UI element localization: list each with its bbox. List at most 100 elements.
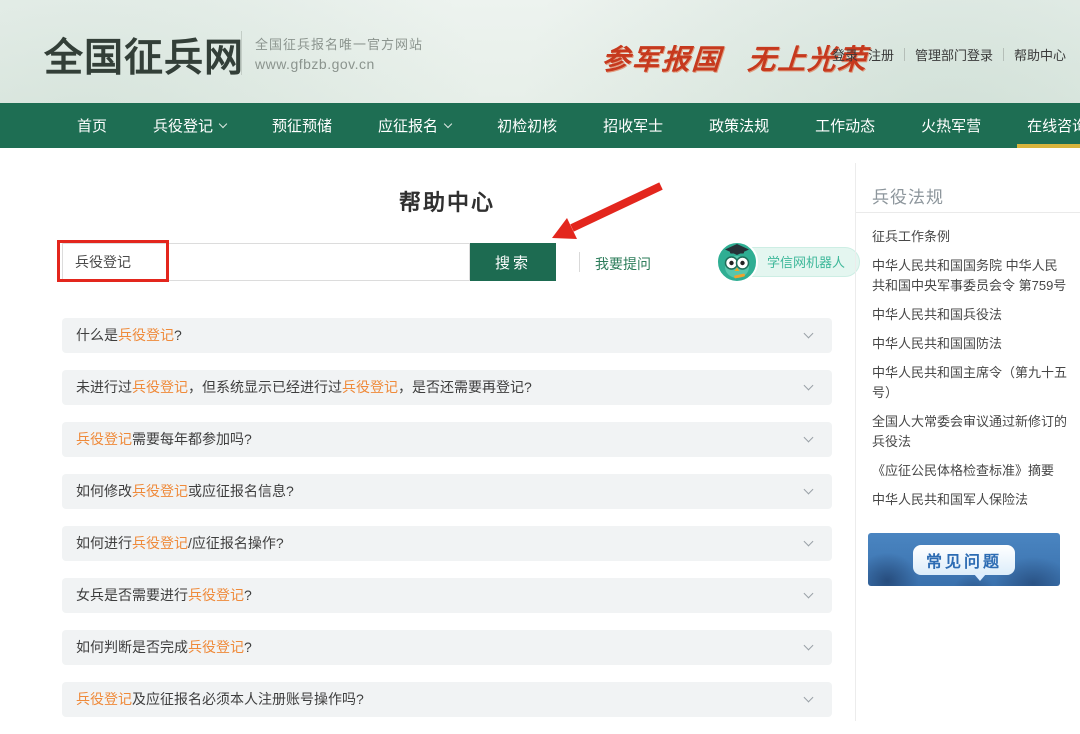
top-link-4[interactable]: 帮助中心 [1014,45,1066,64]
faq-keyword: 兵役登记 [342,379,398,395]
faq-keyword: 兵役登记 [76,431,132,447]
faq-keyword: 兵役登记 [76,691,132,707]
nav-item-label: 兵役登记 [153,115,213,136]
faq-item-5[interactable]: 如何进行兵役登记/应征报名操作? [62,526,832,561]
faq-item-6[interactable]: 女兵是否需要进行兵役登记? [62,578,832,613]
site-logo[interactable]: 全国征兵网 [44,27,244,83]
chevron-down-icon [804,641,814,651]
faq-question-text: 兵役登记需要每年都参加吗? [76,431,252,447]
chevron-down-icon [804,381,814,391]
faq-keyword: 兵役登记 [188,639,244,655]
nav-item-1[interactable]: 首页 [54,103,130,148]
nav-item-label: 政策法规 [709,115,769,136]
top-link-1[interactable]: 登录 [832,45,858,64]
chevron-down-icon [804,537,814,547]
ask-question-link[interactable]: 我要提问 [595,254,651,274]
sidebar-law-4[interactable]: 中华人民共和国国防法 [872,334,1070,354]
site-tagline: 全国征兵报名唯一官方网站 [255,34,423,53]
faq-segment: ? [174,327,182,343]
help-search-input[interactable] [62,243,470,281]
faq-segment: ，但系统显示已经进行过 [188,379,342,395]
faq-question-text: 如何判断是否完成兵役登记? [76,639,252,655]
nav-item-10[interactable]: 在线咨询 [1004,103,1080,148]
faq-keyword: 兵役登记 [132,379,188,395]
faq-list: 什么是兵役登记?未进行过兵役登记，但系统显示已经进行过兵役登记，是否还需要再登记… [62,318,832,734]
faq-item-4[interactable]: 如何修改兵役登记或应征报名信息? [62,474,832,509]
nav-item-label: 应征报名 [378,115,438,136]
faq-item-2[interactable]: 未进行过兵役登记，但系统显示已经进行过兵役登记，是否还需要再登记? [62,370,832,405]
chevron-down-icon [444,120,452,128]
faq-keyword: 兵役登记 [118,327,174,343]
nav-item-label: 在线咨询 [1027,115,1080,136]
faq-segment: 及应征报名必须本人注册账号操作吗? [132,691,364,707]
top-link-separator [904,48,905,61]
faq-banner-bubble: 常见问题 [913,545,1015,575]
faq-item-1[interactable]: 什么是兵役登记? [62,318,832,353]
faq-segment: 如何修改 [76,483,132,499]
page-title: 帮助中心 [62,185,832,217]
site-url: www.gfbzb.gov.cn [255,56,375,72]
logo-divider [241,31,242,75]
faq-question-text: 兵役登记及应征报名必须本人注册账号操作吗? [76,691,364,707]
sidebar-law-8[interactable]: 中华人民共和国军人保险法 [872,490,1070,510]
nav-item-2[interactable]: 兵役登记 [130,103,249,148]
sidebar-title: 兵役法规 [872,183,944,208]
faq-item-7[interactable]: 如何判断是否完成兵役登记? [62,630,832,665]
faq-question-text: 如何修改兵役登记或应征报名信息? [76,483,294,499]
sidebar-law-2[interactable]: 中华人民共和国国务院 中华人民共和国中央军事委员会令 第759号 [872,256,1070,296]
faq-segment: 如何进行 [76,535,132,551]
faq-question-text: 女兵是否需要进行兵役登记? [76,587,252,603]
nav-item-8[interactable]: 工作动态 [792,103,898,148]
faq-keyword: 兵役登记 [188,587,244,603]
faq-segment: 需要每年都参加吗? [132,431,252,447]
faq-question-text: 如何进行兵役登记/应征报名操作? [76,535,284,551]
nav-item-5[interactable]: 初检初核 [474,103,580,148]
faq-segment: 如何判断是否完成 [76,639,188,655]
faq-question-text: 未进行过兵役登记，但系统显示已经进行过兵役登记，是否还需要再登记? [76,379,532,395]
laws-list: 征兵工作条例中华人民共和国国务院 中华人民共和国中央军事委员会令 第759号中华… [872,227,1070,519]
chevron-down-icon [804,485,814,495]
faq-question-text: 什么是兵役登记? [76,327,182,343]
chevron-down-icon [804,433,814,443]
top-link-3[interactable]: 管理部门登录 [915,45,993,64]
faq-item-8[interactable]: 兵役登记及应征报名必须本人注册账号操作吗? [62,682,832,717]
sidebar-title-underline [856,212,1080,213]
faq-segment: 什么是 [76,327,118,343]
faq-segment: /应征报名操作? [188,535,284,551]
nav-item-6[interactable]: 招收军士 [580,103,686,148]
faq-banner[interactable]: 常见问题 [868,533,1060,586]
faq-segment: 女兵是否需要进行 [76,587,188,603]
nav-item-9[interactable]: 火热军营 [898,103,1004,148]
sidebar-law-6[interactable]: 全国人大常委会审议通过新修订的兵役法 [872,412,1070,452]
faq-keyword: 兵役登记 [132,483,188,499]
nav-item-7[interactable]: 政策法规 [686,103,792,148]
faq-segment: ，是否还需要再登记? [398,379,532,395]
nav-item-label: 招收军士 [603,115,663,136]
faq-segment: ? [244,639,252,655]
faq-segment: ? [244,587,252,603]
top-link-separator [1003,48,1004,61]
slogan-calligraphy: 参军报国 无上光荣 [601,38,870,78]
sidebar-law-5[interactable]: 中华人民共和国主席令（第九十五号） [872,363,1070,403]
nav-item-label: 首页 [77,115,107,136]
faq-segment: 未进行过 [76,379,132,395]
chevron-down-icon [804,589,814,599]
search-button[interactable]: 搜索 [470,243,556,281]
search-divider [579,252,580,272]
nav-item-label: 初检初核 [497,115,557,136]
chevron-down-icon [219,120,227,128]
sidebar-law-3[interactable]: 中华人民共和国兵役法 [872,305,1070,325]
sidebar-law-7[interactable]: 《应征公民体格检查标准》摘要 [872,461,1070,481]
chatbot-entry[interactable]: 学信网机器人 [716,241,860,283]
sidebar-law-1[interactable]: 征兵工作条例 [872,227,1070,247]
nav-item-label: 火热军营 [921,115,981,136]
nav-item-4[interactable]: 应征报名 [355,103,474,148]
top-link-2[interactable]: 注册 [868,45,894,64]
nav-item-label: 预征预储 [272,115,332,136]
nav-item-3[interactable]: 预征预储 [249,103,355,148]
top-links: 登录注册 管理部门登录 帮助中心 [832,45,1066,64]
nav-item-label: 工作动态 [815,115,875,136]
owl-robot-icon [716,241,758,283]
faq-segment: 或应征报名信息? [188,483,294,499]
faq-item-3[interactable]: 兵役登记需要每年都参加吗? [62,422,832,457]
